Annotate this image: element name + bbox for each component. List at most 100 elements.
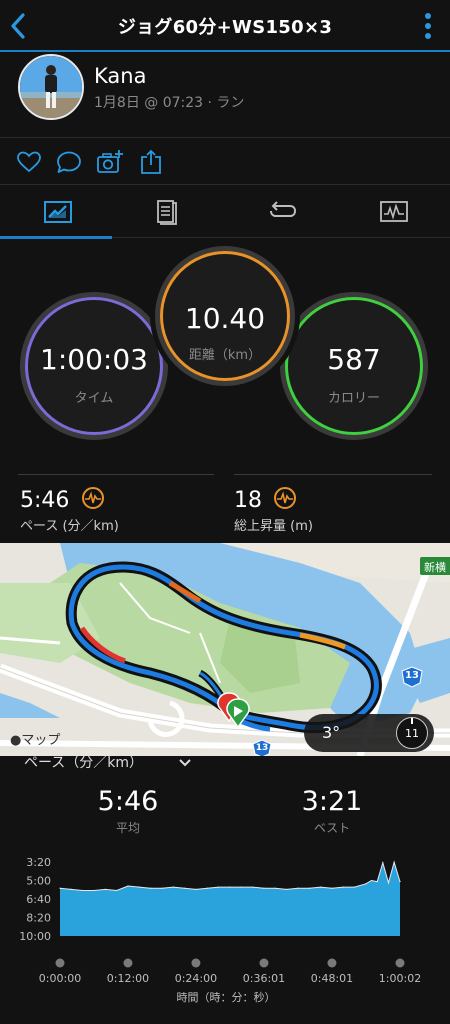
calories-ring: 587 カロリー [280,292,428,440]
x-tick-label: 0:24:00 [175,972,217,985]
pace-point [251,886,254,888]
pace-point [387,882,390,884]
pace-point [331,887,333,889]
time-label: タイム [74,391,114,406]
weather-badge[interactable]: 3° 11 [304,714,434,752]
tab-charts[interactable] [336,186,448,238]
pace-point [82,889,84,892]
pace-point [150,887,152,889]
wind-speed: 11 [405,727,419,740]
pace-point [376,881,378,883]
pace-point [229,886,231,888]
maps-attribution-text: マップ [21,733,61,748]
road-badge: 13 [405,670,419,681]
activity-meta: 1月8日 @ 07:23 · ラン [94,95,245,111]
pace-point [399,881,401,883]
pace-point [183,887,186,889]
y-tick-label: 10:00 [19,930,51,943]
distance-label: 距離（km） [188,348,262,363]
pace-series-area [60,862,400,936]
temperature: 3° [322,723,341,742]
x-tick-dot [259,958,269,968]
more-options-icon[interactable] [420,12,436,40]
pace-point [217,886,220,888]
pace-point [319,886,322,888]
x-tick-label: 0:00:00 [39,972,81,985]
pace-series-line [59,860,401,892]
pace-point [195,888,197,890]
action-bar [0,139,450,185]
y-tick-label: 3:20 [26,856,51,869]
pace-point [240,886,242,888]
y-tick-label: 8:20 [26,912,51,925]
x-tick-label: 1:00:02 [379,972,421,985]
pace-stat: 5:46 ペース (分／km) [20,486,119,534]
chevron-down-icon[interactable] [178,754,192,773]
add-photo-icon[interactable] [96,149,123,175]
ascent-info-icon[interactable] [273,486,297,510]
pace-point [263,887,265,889]
time-value: 1:00:03 [40,343,148,376]
pace-point [127,885,129,887]
laps-icon [270,201,297,217]
route-map[interactable]: 13 13 新横 ●マップ 3° 11 [0,543,450,756]
pace-point [206,887,208,889]
pace-point [393,861,395,863]
pace-point [365,883,367,885]
activity-header: Kana 1月8日 @ 07:23 · ラン [0,54,450,138]
x-tick-label: 0:12:00 [107,972,149,985]
pace-point [172,886,174,888]
chart-metric-select[interactable]: ペース（分／km） [24,752,143,772]
pace-point [342,886,344,888]
pace-point [370,879,373,882]
pace-point [138,886,140,888]
divider [18,474,214,475]
x-tick-label: 0:36:01 [243,972,285,985]
comment-icon[interactable] [56,149,82,175]
tab-laps[interactable] [224,186,336,238]
chart-icon [380,201,408,222]
pace-point [104,888,106,890]
ascent-value: 18 [234,488,262,513]
x-tick-dot [327,958,337,968]
summary-icon [44,201,72,223]
avatar[interactable] [18,54,84,120]
tab-details[interactable] [112,186,224,238]
pace-point [297,887,299,889]
calories-value: 587 [327,343,381,376]
avg-pace-value: 5:46 [97,786,159,817]
pace-point [70,888,72,890]
x-axis-label: 時間（時：分：秒） [177,990,276,1004]
pace-point [59,887,61,889]
pace-label: ペース (分／km) [20,519,119,534]
divider [234,474,432,475]
pace-value: 5:46 [20,488,70,513]
details-icon [157,200,177,225]
page-title: ジョグ60分+WS150×3 [117,17,333,38]
pace-point [353,886,356,888]
pace-chart[interactable]: 3:20 5:00 6:40 8:20 10:00 0:00:00 0:12:00 0:24… [0,850,450,1024]
distance-value: 10.40 [184,302,266,335]
y-tick-label: 6:40 [26,893,51,906]
best-pace-label: ベスト [313,821,351,835]
pace-point [161,887,163,889]
apple-logo-icon: ● [10,733,22,748]
distance-ring: 10.40 距離（km） [150,241,300,391]
pace-point [308,887,310,889]
pace-point [274,887,276,889]
x-tick-dot [191,958,201,968]
wind-compass: 11 [396,717,428,749]
tab-summary[interactable] [0,186,112,238]
x-tick-dot [395,958,405,968]
pace-info-icon[interactable] [81,486,105,510]
calories-label: カロリー [327,391,380,406]
ascent-stat: 18 総上昇量 (m) [234,486,313,534]
share-icon[interactable] [138,149,164,175]
place-sign: 新横 [424,561,446,574]
best-pace-value: 3:21 [301,786,363,817]
heart-icon[interactable] [16,149,42,175]
x-tick-dot [55,958,65,968]
time-ring: 1:00:03 タイム [20,292,168,440]
user-name[interactable]: Kana [94,64,146,88]
pace-point [93,889,95,892]
